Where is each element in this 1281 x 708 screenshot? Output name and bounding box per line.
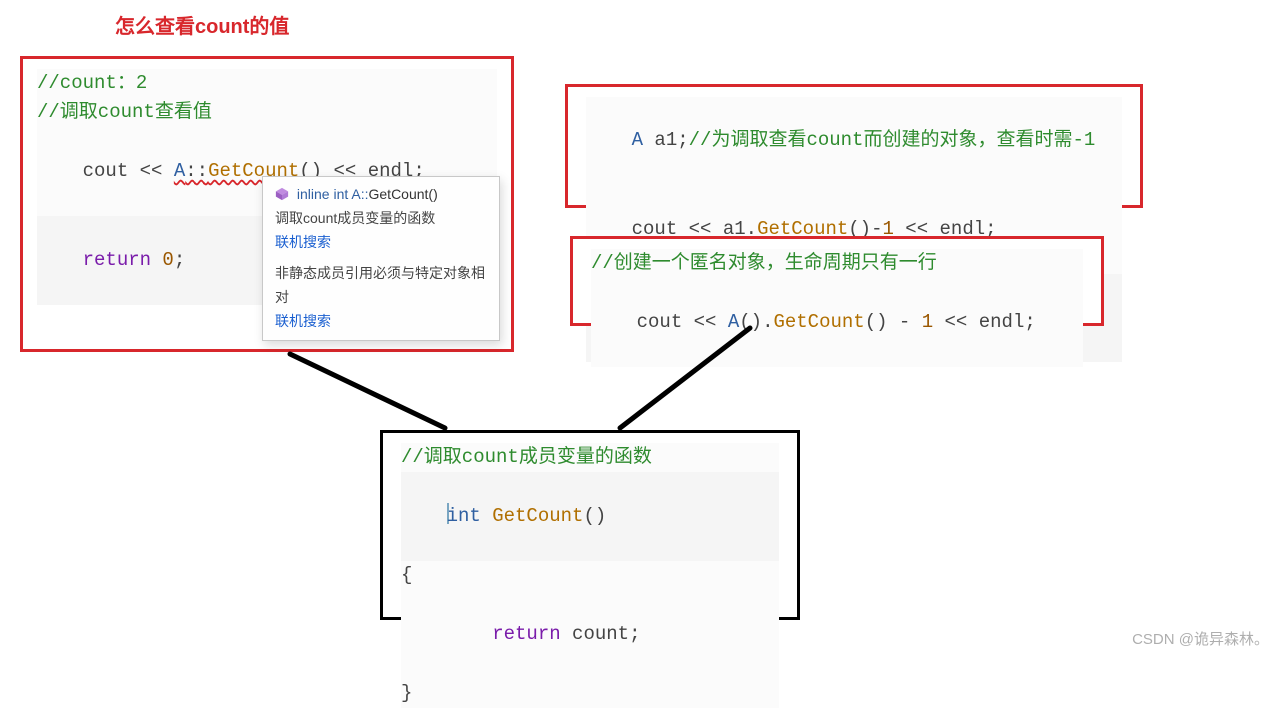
tooltip-error: 非静态成员引用必须与特定对象相对: [263, 262, 499, 310]
code-line: }: [401, 679, 779, 708]
tooltip-search-link-2[interactable]: 联机搜索: [263, 310, 499, 334]
tooltip-sig-prefix: inline int: [297, 186, 351, 202]
tooltip-search-link[interactable]: 联机搜索: [263, 231, 499, 255]
arrow-right: [0, 0, 1281, 657]
tooltip-sig-name: GetCount(): [369, 186, 438, 202]
intellisense-tooltip: inline int A::GetCount() 调取count成员变量的函数 …: [262, 176, 500, 341]
method-icon: [275, 185, 289, 199]
tooltip-description: 调取count成员变量的函数: [263, 207, 499, 231]
tooltip-signature: inline int A::GetCount(): [263, 183, 499, 207]
tooltip-sig-class: A::: [351, 186, 368, 202]
